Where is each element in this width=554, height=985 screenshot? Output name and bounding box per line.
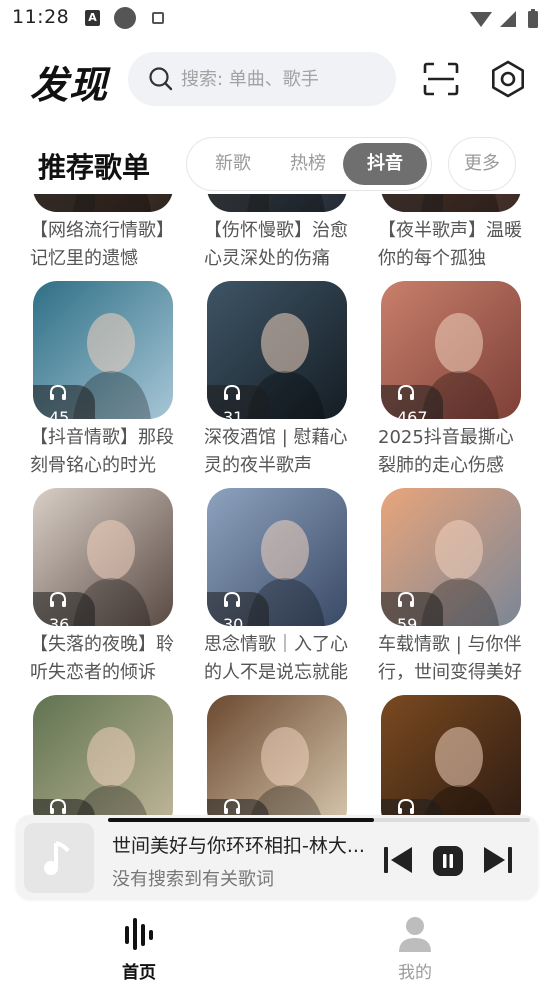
playlist-title: 深夜酒馆 | 慰藉心灵的夜半歌声 bbox=[204, 427, 348, 476]
category-tabs: 新歌 热榜 抖音 bbox=[186, 137, 432, 191]
playback-progress-bar[interactable] bbox=[108, 818, 530, 822]
playlist-title: 【夜半歌声】温暖你的每个孤独 bbox=[378, 220, 522, 269]
play-count: 30 bbox=[223, 615, 244, 626]
playlist-cover[interactable]: 36 bbox=[33, 488, 173, 626]
mini-player[interactable]: 世间美好与你环环相扣-林大... 没有搜索到有关歌词 bbox=[16, 815, 538, 899]
playlist-cover[interactable]: 45 bbox=[33, 281, 173, 419]
playlist-cover[interactable]: 35 bbox=[33, 695, 173, 833]
music-note-icon bbox=[44, 841, 70, 875]
recommended-section-header: 推荐歌单 新歌 热榜 抖音 更多 bbox=[0, 136, 554, 192]
notification-a-icon: A bbox=[85, 10, 100, 26]
search-bar[interactable] bbox=[128, 52, 396, 106]
status-time: 11:28 bbox=[12, 6, 70, 28]
nav-mine-label: 我的 bbox=[398, 963, 432, 983]
playlist-grid: 【网络流行情歌】记忆里的遗憾 【伤怀慢歌】治愈心灵深处的伤痛 【夜半歌声】温暖你的每… bbox=[0, 194, 554, 904]
playlist-title: 【失落的夜晚】聆听失恋者的倾诉 bbox=[30, 634, 174, 683]
settings-icon[interactable] bbox=[489, 60, 527, 98]
top-header: 发现 bbox=[0, 48, 554, 112]
status-bar: 11:28 A bbox=[0, 0, 554, 38]
play-count: 467 bbox=[397, 408, 428, 419]
play-count-badge bbox=[33, 194, 95, 212]
page-title: 发现 bbox=[30, 63, 109, 107]
play-count-badge bbox=[381, 194, 443, 212]
play-count: 36 bbox=[49, 615, 70, 626]
play-count: 31 bbox=[223, 408, 244, 419]
playlist-cover[interactable]: 14 bbox=[381, 695, 521, 833]
scan-icon[interactable] bbox=[423, 62, 459, 96]
nav-home[interactable]: 首页 bbox=[99, 914, 179, 984]
play-count-badge: 467 bbox=[381, 385, 443, 419]
playlist-cover[interactable] bbox=[33, 194, 173, 212]
playlist-title: 2025抖音最撕心裂肺的走心伤感 bbox=[378, 427, 514, 476]
playlist-cover[interactable]: 31 bbox=[207, 281, 347, 419]
previous-track-icon[interactable] bbox=[382, 845, 414, 875]
soundwave-icon bbox=[125, 918, 153, 950]
play-count: 59 bbox=[397, 615, 418, 626]
playlist-cover[interactable]: 48 bbox=[207, 695, 347, 833]
playlist-title: 【伤怀慢歌】治愈心灵深处的伤痛 bbox=[204, 220, 348, 269]
system-status-icons bbox=[470, 9, 538, 28]
search-icon bbox=[149, 67, 173, 91]
playlist-title: 思念情歌｜入了心的人不是说忘就能忘 bbox=[204, 634, 348, 683]
playback-progress-fill bbox=[108, 818, 374, 822]
play-count-badge: 59 bbox=[381, 592, 443, 626]
play-count-badge: 30 bbox=[207, 592, 269, 626]
play-count: 45 bbox=[49, 408, 70, 419]
play-count-badge: 31 bbox=[207, 385, 269, 419]
pause-icon[interactable] bbox=[432, 845, 464, 877]
play-count-badge: 36 bbox=[33, 592, 95, 626]
next-track-icon[interactable] bbox=[482, 845, 514, 875]
notification-square-icon bbox=[152, 12, 164, 24]
nav-home-label: 首页 bbox=[122, 963, 156, 983]
more-button[interactable]: 更多 bbox=[448, 137, 516, 191]
section-title: 推荐歌单 bbox=[38, 151, 151, 184]
play-count-badge bbox=[207, 194, 269, 212]
now-playing-title: 世间美好与你环环相扣-林大... bbox=[112, 835, 365, 857]
playlist-title: 【网络流行情歌】记忆里的遗憾 bbox=[30, 220, 174, 269]
user-icon bbox=[399, 917, 431, 952]
playlist-cover[interactable]: 59 bbox=[381, 488, 521, 626]
now-playing-lyric: 没有搜索到有关歌词 bbox=[112, 869, 274, 890]
bottom-navigation: 首页 我的 bbox=[0, 904, 554, 985]
album-art[interactable] bbox=[24, 823, 94, 893]
playlist-title: 车载情歌 | 与你伴行，世间变得美好 bbox=[378, 634, 522, 683]
play-count-badge: 45 bbox=[33, 385, 95, 419]
playlist-cover[interactable] bbox=[207, 194, 347, 212]
playlist-title: 【抖音情歌】那段刻骨铭心的时光 bbox=[30, 427, 174, 476]
playlist-cover[interactable]: 30 bbox=[207, 488, 347, 626]
tab-douyin[interactable]: 抖音 bbox=[343, 143, 427, 185]
tab-new-songs[interactable]: 新歌 bbox=[199, 143, 267, 185]
tab-hot-chart[interactable]: 热榜 bbox=[273, 143, 343, 185]
nav-mine[interactable]: 我的 bbox=[375, 914, 455, 984]
playlist-cover[interactable]: 467 bbox=[381, 281, 521, 419]
playlist-cover[interactable] bbox=[381, 194, 521, 212]
notification-dot-icon bbox=[114, 7, 136, 29]
search-input[interactable] bbox=[181, 52, 381, 106]
